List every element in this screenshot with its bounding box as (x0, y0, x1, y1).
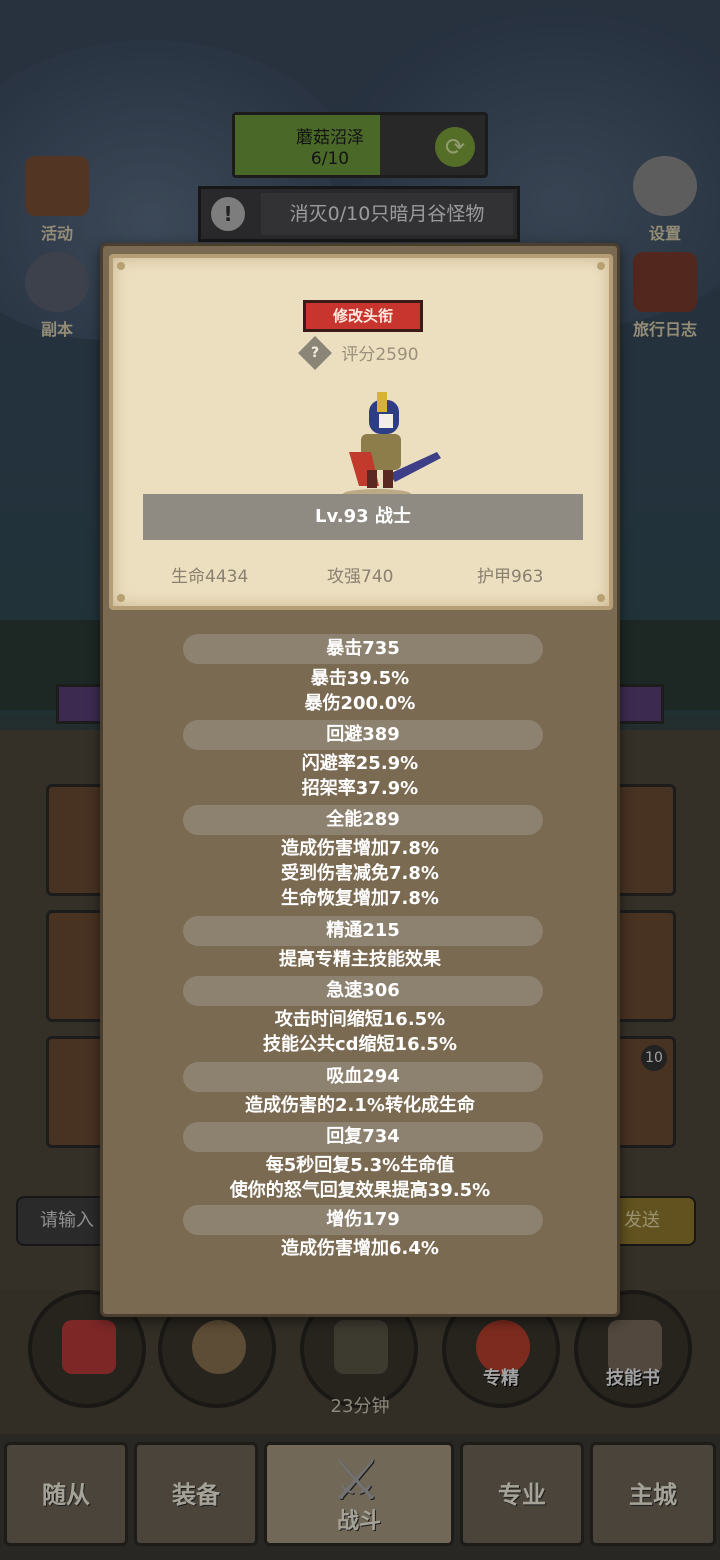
stat-crit-line: 暴击39.5% (310, 668, 410, 689)
stat-versatility-line: 造成伤害增加7.8% (281, 838, 439, 859)
stat-damage-bonus-header: 增伤179 (183, 1205, 543, 1235)
stat-parry-line: 招架率37.9% (301, 778, 419, 799)
card-rivet (597, 262, 605, 270)
stat-versatility-line: 生命恢复增加7.8% (281, 888, 439, 909)
stat-haste-line: 技能公共cd缩短16.5% (262, 1034, 457, 1055)
stat-haste-line: 攻击时间缩短16.5% (274, 1009, 446, 1030)
stat-crit-header: 暴击735 (183, 634, 543, 664)
warrior-avatar (343, 392, 441, 499)
stat-versatility-header: 全能289 (183, 805, 543, 835)
stat-haste-header: 急速306 (183, 976, 543, 1006)
character-stats-modal: 修改头衔 ? 评分2590 Lv.93 战士 生命4434 攻强740 护甲963… (100, 243, 620, 1317)
card-rivet (597, 594, 605, 602)
stat-dodge-line: 闪避率25.9% (301, 753, 419, 774)
character-name-level: Lv.93 战士 (143, 494, 583, 540)
stat-versatility-line: 受到伤害减免7.8% (281, 863, 439, 884)
edit-title-button[interactable]: 修改头衔 (303, 300, 423, 332)
score-text: 评分2590 (341, 345, 419, 365)
stat-regen-header: 回复734 (183, 1122, 543, 1152)
stat-lifesteal-line: 造成伤害的2.1%转化成生命 (245, 1095, 475, 1116)
stat-crit-damage-line: 暴伤200.0% (304, 693, 416, 714)
card-rivet (117, 262, 125, 270)
stat-armor: 护甲963 (477, 567, 544, 587)
stat-lifesteal-header: 吸血294 (183, 1062, 543, 1092)
stat-regen-line: 使你的怒气回复效果提高39.5% (229, 1180, 491, 1201)
stat-mastery-header: 精通215 (183, 916, 543, 946)
stat-avoidance-header: 回避389 (183, 720, 543, 750)
stat-damage-bonus-line: 造成伤害增加6.4% (281, 1238, 439, 1259)
base-stats-row: 生命4434 攻强740 护甲963 (113, 562, 609, 587)
stat-attack-power: 攻强740 (327, 567, 394, 587)
score-row: ? 评分2590 (113, 335, 609, 370)
help-icon[interactable]: ? (298, 335, 333, 370)
stat-mastery-line: 提高专精主技能效果 (279, 949, 441, 970)
stat-regen-line: 每5秒回复5.3%生命值 (265, 1155, 455, 1176)
stat-hp: 生命4434 (171, 567, 249, 587)
character-card: 修改头衔 ? 评分2590 Lv.93 战士 生命4434 攻强740 护甲963 (109, 254, 613, 610)
card-rivet (117, 594, 125, 602)
